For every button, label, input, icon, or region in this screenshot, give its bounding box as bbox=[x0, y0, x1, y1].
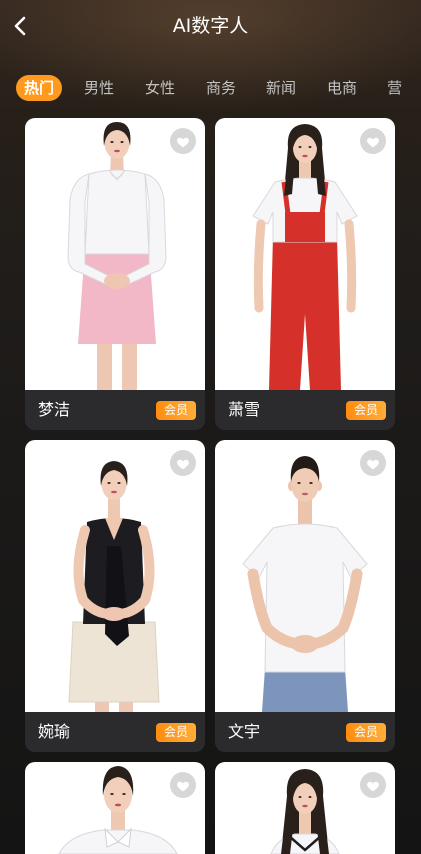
header: AI数字人 bbox=[0, 0, 421, 56]
tab-marketing[interactable]: 营 bbox=[387, 75, 402, 101]
vip-badge: 会员 bbox=[345, 723, 386, 742]
avatar-card[interactable]: 梦洁 会员 bbox=[25, 118, 205, 430]
overalls bbox=[269, 236, 341, 390]
heart-icon bbox=[367, 459, 379, 469]
jeans bbox=[262, 668, 348, 712]
favorite-button[interactable] bbox=[360, 450, 386, 476]
avatar-card[interactable]: 萧雪 会员 bbox=[215, 118, 395, 430]
heart-icon bbox=[367, 781, 379, 791]
heart-icon bbox=[177, 781, 189, 791]
card-footer: 萧雪 会员 bbox=[215, 390, 395, 430]
screen: AI数字人 热门 男性 女性 商务 新闻 电商 营 梦洁 会员 萧雪 会员 婉瑜… bbox=[0, 0, 421, 854]
avatar-name: 婉瑜 bbox=[38, 722, 71, 741]
tab-female[interactable]: 女性 bbox=[145, 75, 175, 101]
card-footer: 梦洁 会员 bbox=[25, 390, 205, 430]
avatar-name: 梦洁 bbox=[38, 400, 71, 419]
overall-bib bbox=[285, 212, 325, 242]
portrait-photo bbox=[67, 122, 167, 390]
favorite-button[interactable] bbox=[170, 450, 196, 476]
favorite-button[interactable] bbox=[170, 772, 196, 798]
vip-badge: 会员 bbox=[155, 723, 196, 742]
favorite-button[interactable] bbox=[170, 128, 196, 154]
heart-icon bbox=[177, 459, 189, 469]
avatar-image bbox=[25, 440, 205, 712]
portrait-photo bbox=[252, 124, 358, 390]
avatar-image bbox=[215, 440, 395, 712]
avatar-name: 萧雪 bbox=[228, 400, 261, 419]
skirt bbox=[78, 248, 156, 344]
category-tabs: 热门 男性 女性 商务 新闻 电商 营 bbox=[0, 75, 421, 102]
favorite-button[interactable] bbox=[360, 128, 386, 154]
tab-male[interactable]: 男性 bbox=[84, 75, 114, 101]
heart-icon bbox=[177, 137, 189, 147]
avatar-card[interactable] bbox=[25, 762, 205, 854]
tab-news[interactable]: 新闻 bbox=[266, 75, 296, 101]
portrait-photo bbox=[242, 456, 368, 712]
tab-hot[interactable]: 热门 bbox=[16, 75, 63, 101]
card-footer: 文宇 会员 bbox=[215, 712, 395, 752]
face bbox=[104, 777, 132, 813]
page-title: AI数字人 bbox=[172, 15, 249, 37]
card-footer: 婉瑜 会员 bbox=[25, 712, 205, 752]
hands bbox=[102, 607, 126, 621]
portrait-photo bbox=[68, 461, 160, 712]
avatar-image bbox=[215, 118, 395, 390]
tab-ecommerce[interactable]: 电商 bbox=[327, 75, 357, 101]
tab-business[interactable]: 商务 bbox=[206, 75, 236, 101]
vip-badge: 会员 bbox=[155, 401, 196, 420]
favorite-button[interactable] bbox=[360, 772, 386, 798]
avatar-name: 文宇 bbox=[228, 722, 261, 741]
hands bbox=[104, 273, 130, 289]
avatar-card[interactable]: 文宇 会员 bbox=[215, 440, 395, 752]
hands bbox=[291, 635, 319, 653]
vip-badge: 会员 bbox=[345, 401, 386, 420]
avatar-image bbox=[25, 118, 205, 390]
avatar-card[interactable]: 婉瑜 会员 bbox=[25, 440, 205, 752]
heart-icon bbox=[367, 137, 379, 147]
avatar-card[interactable] bbox=[215, 762, 395, 854]
